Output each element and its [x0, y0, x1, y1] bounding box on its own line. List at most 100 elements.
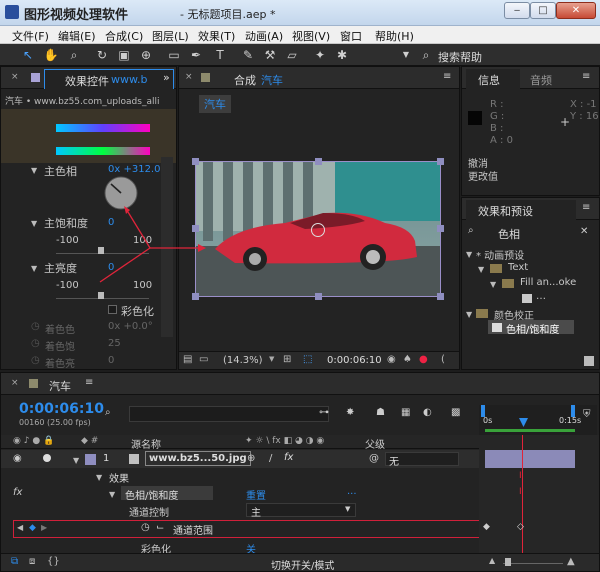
expand-icon[interactable]: ▼ [466, 250, 472, 259]
playhead-marker-icon: I [519, 471, 522, 481]
keyframe-icon[interactable]: ◇ [517, 522, 524, 532]
preset-ellipsis[interactable]: … [536, 291, 546, 302]
panel-menu-icon[interactable]: ≡ [582, 202, 590, 213]
info-b: B : [490, 123, 504, 134]
col-parent[interactable]: 父级 [365, 436, 385, 451]
channel-range-label: 通道范围 [173, 526, 213, 537]
visibility-icon[interactable]: ◉ [13, 453, 22, 464]
panel-menu-icon[interactable]: ≡ [85, 377, 93, 388]
in-out-icon[interactable]: {} [47, 556, 60, 567]
search-icon[interactable]: ⌕ [105, 407, 111, 418]
layer-row[interactable]: ◉ ▼ 1 www.bz5...50.jpg ⊕ / fx @ 无 [1, 450, 479, 468]
info-r: R : [490, 99, 504, 110]
image-layer-icon [129, 454, 139, 464]
layer-column-header: ◉ ♪ ● 🔒 ◆ # 源名称 ✦ ☼ \ fx ◧ ◕ ◑ ◉ 父级 [1, 435, 479, 451]
preset-text[interactable]: Text [508, 262, 528, 273]
expand-icon[interactable]: ▼ [466, 310, 472, 319]
preset-animation[interactable]: * 动画预设 [476, 247, 524, 262]
timeline-fps: 00160 (25.00 fps) [19, 418, 91, 427]
channel-control-label: 通道控制 [129, 508, 169, 519]
ruler-start-label: 0s [483, 416, 493, 425]
comp-mini-flow-icon[interactable]: ⊶ [319, 407, 329, 418]
folder-icon [502, 279, 514, 288]
transfer-controls-icon[interactable]: ⧈ [29, 556, 35, 567]
ruler-end-label: 0:15s [559, 416, 582, 425]
switches-header-icon: ✦ ☼ \ fx ◧ ◕ ◑ ◉ [245, 436, 325, 446]
current-time-indicator [522, 435, 523, 553]
graph-icon[interactable]: ⌙ [156, 522, 164, 533]
zoom-slider-track [503, 563, 563, 564]
layer-number: 1 [103, 453, 110, 464]
col-source-name[interactable]: 源名称 [131, 436, 161, 451]
timeline-timecode[interactable]: 0:00:06:10 [19, 401, 104, 417]
playhead-marker-icon: I [519, 487, 522, 497]
effects-search-input[interactable]: 色相 [498, 226, 520, 242]
playhead-icon[interactable] [519, 418, 528, 427]
parent-select[interactable]: 无 [385, 452, 459, 468]
channel-range-row[interactable] [13, 520, 543, 538]
comp-button-icon[interactable]: ⛨ [583, 409, 591, 420]
info-y: Y : 16 [570, 111, 599, 122]
fx-label[interactable]: fx [13, 487, 22, 498]
folder-icon [490, 264, 502, 273]
preset-fill[interactable]: Fill an...oke [520, 277, 576, 288]
clear-search-icon[interactable]: ✕ [580, 226, 588, 237]
expand-panes-icon[interactable]: ⧉ [11, 556, 18, 567]
collapse-switch-icon[interactable]: ⊕ [247, 453, 255, 464]
expand-icon[interactable]: ▼ [478, 265, 484, 274]
solo-icon[interactable] [43, 454, 51, 462]
channel-control-select[interactable]: 主 [246, 503, 356, 519]
info-panel: 信息 音频 ≡ R : G : B : A : 0 + X : -1 Y : 1… [461, 66, 600, 196]
graph-editor-icon[interactable]: ▩ [451, 407, 460, 418]
timeline-tab-label[interactable]: 汽车 [49, 378, 71, 394]
expand-effect-icon[interactable]: ▼ [109, 490, 115, 499]
hide-shy-icon[interactable]: ☗ [376, 407, 385, 418]
zoom-in-icon[interactable]: ▲ [567, 556, 575, 567]
time-ruler[interactable]: 0s 0:15s [479, 405, 597, 435]
panel-menu-icon[interactable]: ≡ [582, 71, 590, 82]
keyframe-icon[interactable]: ◆ [483, 522, 490, 532]
expand-icon[interactable]: ▼ [490, 280, 496, 289]
tab-effects-presets-label: 效果和预设 [478, 205, 533, 218]
track-area[interactable]: I I ◆ ◇ [479, 435, 599, 553]
effect-icon [492, 323, 502, 332]
stopwatch-icon[interactable]: ◷ [141, 522, 150, 533]
tab-audio-label[interactable]: 音频 [530, 72, 552, 88]
render-bar [485, 429, 575, 432]
close-tab-icon[interactable]: × [11, 378, 19, 388]
toggle-switches-modes[interactable]: 切换开关/模式 [271, 557, 334, 572]
layer-name[interactable]: www.bz5...50.jpg [145, 451, 251, 466]
new-preset-icon[interactable] [584, 356, 594, 366]
fx-switch-icon[interactable]: fx [284, 452, 293, 463]
tab-effects-presets[interactable]: 效果和预设 [466, 200, 576, 220]
reset-link[interactable]: 重置 [246, 487, 266, 502]
pickwhip-icon[interactable]: @ [369, 453, 379, 464]
undo-detail: 更改值 [468, 172, 498, 183]
layer-label-color[interactable] [85, 454, 96, 465]
layer-duration-bar[interactable] [485, 450, 575, 468]
color-swatch [468, 111, 482, 125]
motion-blur-icon[interactable]: ◐ [423, 407, 432, 418]
search-icon: ⌕ [468, 225, 474, 236]
folder-icon [476, 309, 488, 318]
timeline-search-input[interactable] [129, 406, 329, 422]
info-tabbar: 信息 音频 ≡ [462, 67, 599, 89]
zoom-out-icon[interactable]: ▲ [489, 556, 495, 565]
tab-info[interactable]: 信息 [466, 69, 520, 89]
av-switches-icon: ◉ ♪ ● 🔒 [13, 436, 55, 446]
frame-blending-icon[interactable]: ▦ [401, 407, 410, 418]
preset-hue-sat[interactable]: 色相/饱和度 [506, 321, 559, 336]
dropdown-icon[interactable]: ▼ [345, 505, 350, 513]
effect-options-ellipsis[interactable]: ... [347, 486, 357, 497]
expand-layer-icon[interactable]: ▼ [73, 456, 79, 465]
timeline-tabbar: × 汽车 ≡ [1, 373, 599, 395]
quality-switch-icon[interactable]: / [269, 453, 272, 464]
next-keyframe-icon[interactable]: ▶ [41, 523, 47, 532]
draft-3d-icon[interactable]: ✸ [346, 407, 354, 418]
keyframe-toggle-icon[interactable]: ◆ [29, 523, 36, 533]
prev-keyframe-icon[interactable]: ◀ [17, 523, 23, 532]
effect-name[interactable]: 色相/饱和度 [125, 487, 178, 502]
expand-effects-icon[interactable]: ▼ [96, 473, 102, 482]
info-x: X : -1 [570, 99, 597, 110]
zoom-slider-handle[interactable] [505, 558, 511, 566]
